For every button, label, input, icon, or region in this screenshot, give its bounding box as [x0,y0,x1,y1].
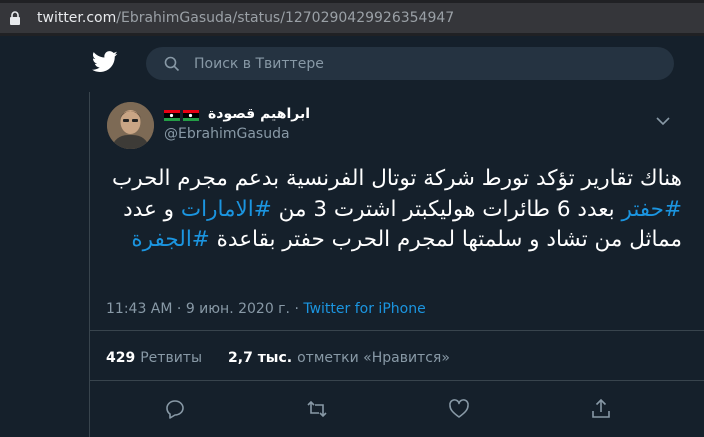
tweet-meta: 11:43 AM · 9 июн. 2020 г. · Twitter for … [106,301,426,317]
search-placeholder: Поиск в Твиттере [194,55,324,72]
browser-chrome: twitter.com/EbrahimGasuda/status/1270290… [0,0,704,36]
libya-flag-icon [183,109,199,121]
search-icon [164,56,180,72]
chevron-down-icon[interactable] [656,111,670,126]
hashtag-link[interactable]: #حفتر [621,197,682,222]
reply-icon[interactable] [164,398,186,420]
retweets-label: Ретвиты [140,350,203,366]
url-path: /EbrahimGasuda/status/127029042992635494… [116,10,455,26]
hashtag-link[interactable]: #الجفرة [131,227,209,252]
retweets-count: 429 [106,350,136,366]
tweet-time[interactable]: 11:43 AM [106,301,172,317]
tweet-source[interactable]: Twitter for iPhone [303,301,425,317]
tweet-text: هناك تقارير تؤكد تورط شركة توتال الفرنسي… [100,164,682,256]
url-host: twitter.com [37,10,117,26]
author-name: ابراهيم قصودة [208,106,311,122]
address-bar[interactable]: twitter.com/EbrahimGasuda/status/1270290… [0,3,704,33]
url-text[interactable]: twitter.com/EbrahimGasuda/status/1270290… [37,10,454,26]
retweets-stat[interactable]: 429 Ретвиты [106,350,202,366]
divider [89,330,704,331]
lock-icon[interactable] [9,11,23,25]
avatar[interactable] [107,102,154,149]
twitter-bird-icon[interactable] [91,51,120,75]
tweet-actions [0,398,704,420]
tweet-stats: 429 Ретвиты 2,7 тыс. отметки «Нравится» [106,350,450,366]
author-name-row[interactable]: ابراهيم قصودة [164,106,310,122]
tweet-card [89,92,704,437]
author-handle[interactable]: @EbrahimGasuda [164,126,290,142]
tweet-date[interactable]: 9 июн. 2020 г. [186,301,290,317]
hashtag-link[interactable]: #الامارات [181,197,272,222]
tweet-text-segment: هناك تقارير تؤكد تورط شركة توتال الفرنسي… [111,166,682,191]
search-input[interactable]: Поиск в Твиттере [146,47,674,80]
meta-separator: · [290,301,304,317]
retweet-icon[interactable] [306,398,328,420]
heart-icon[interactable] [448,398,470,420]
meta-separator: · [172,301,186,317]
divider [89,380,704,381]
libya-flag-icon [164,109,180,121]
share-icon[interactable] [590,398,612,420]
likes-count: 2,7 тыс. [228,350,293,366]
likes-stat[interactable]: 2,7 тыс. отметки «Нравится» [228,350,450,366]
likes-label: отметки «Нравится» [297,350,450,366]
tweet-text-segment: بعدد 6 طائرات هوليكبتر اشترت 3 من [271,196,622,222]
